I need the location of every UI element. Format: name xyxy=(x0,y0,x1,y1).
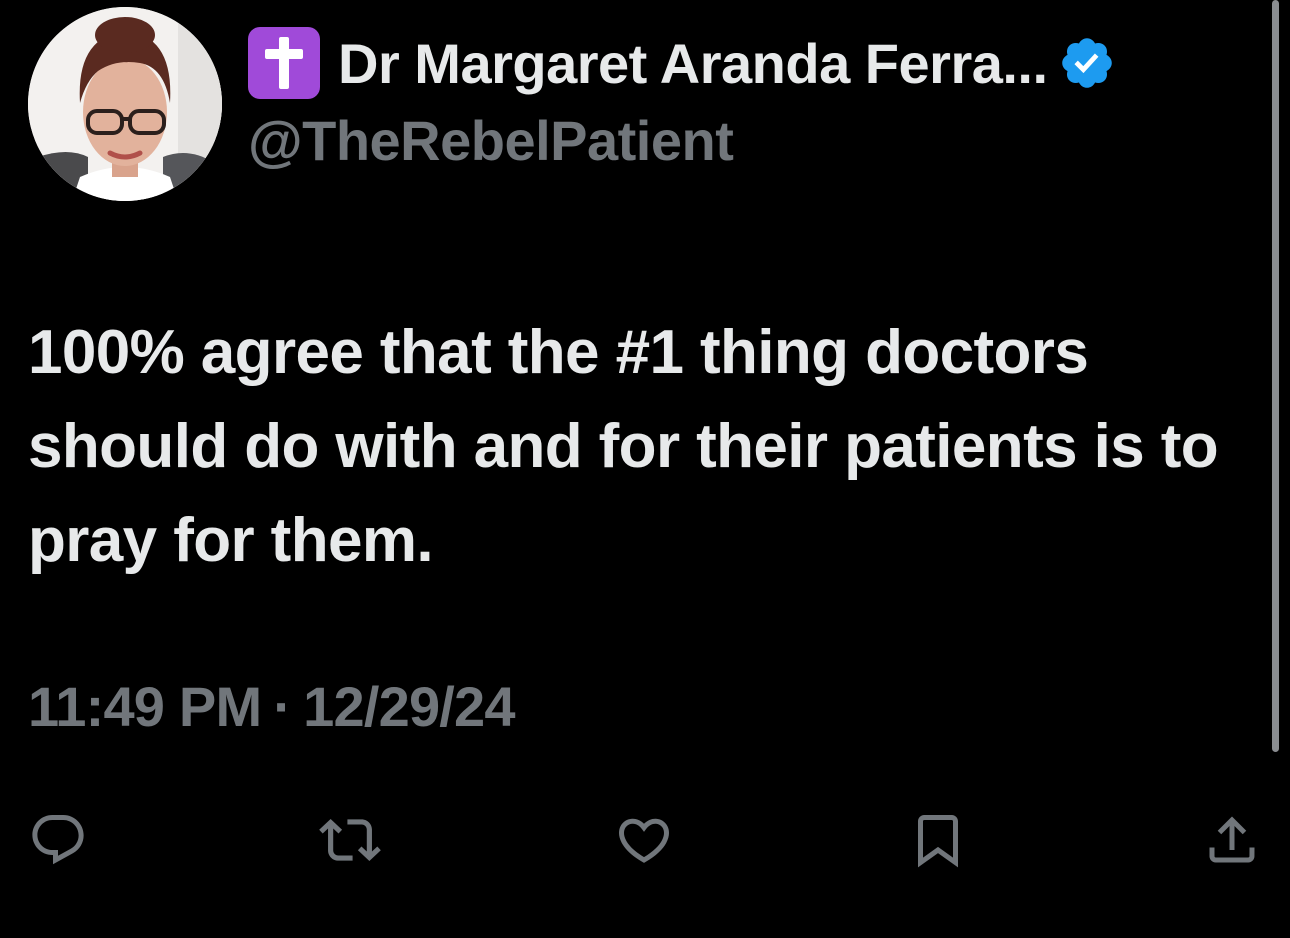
bookmark-icon xyxy=(918,815,958,868)
retweet-icon xyxy=(319,819,381,861)
latin-cross-icon xyxy=(248,27,320,99)
avatar[interactable] xyxy=(28,7,222,201)
like-button[interactable] xyxy=(604,800,684,880)
meta-separator: · xyxy=(273,675,292,738)
profile-photo xyxy=(28,7,222,201)
tweet-timestamp[interactable]: 11:49 PM · 12/29/24 xyxy=(28,674,516,739)
tweet-text: 100% agree that the #1 thing doctors sho… xyxy=(28,318,1219,575)
tweet-time: 11:49 PM xyxy=(28,675,262,738)
share-upload-icon xyxy=(1209,816,1255,863)
author-display-name[interactable]: Dr Margaret Aranda Ferra... xyxy=(338,31,1048,96)
author-name-row[interactable]: Dr Margaret Aranda Ferra... xyxy=(248,26,1116,100)
scrollbar[interactable] xyxy=(1272,0,1279,752)
tweet-action-bar xyxy=(0,800,1290,880)
tweet-date: 12/29/24 xyxy=(303,675,515,738)
retweet-button[interactable] xyxy=(310,800,390,880)
verified-checkmark-icon[interactable] xyxy=(1058,34,1116,92)
author-handle[interactable]: @TheRebelPatient xyxy=(248,108,734,173)
heart-icon xyxy=(618,818,670,863)
tweet-card: Dr Margaret Aranda Ferra... @TheRebelPat… xyxy=(0,0,1290,938)
share-button[interactable] xyxy=(1192,800,1272,880)
reply-bubble-icon xyxy=(32,815,84,865)
bookmark-button[interactable] xyxy=(898,800,978,880)
reply-button[interactable] xyxy=(18,800,98,880)
